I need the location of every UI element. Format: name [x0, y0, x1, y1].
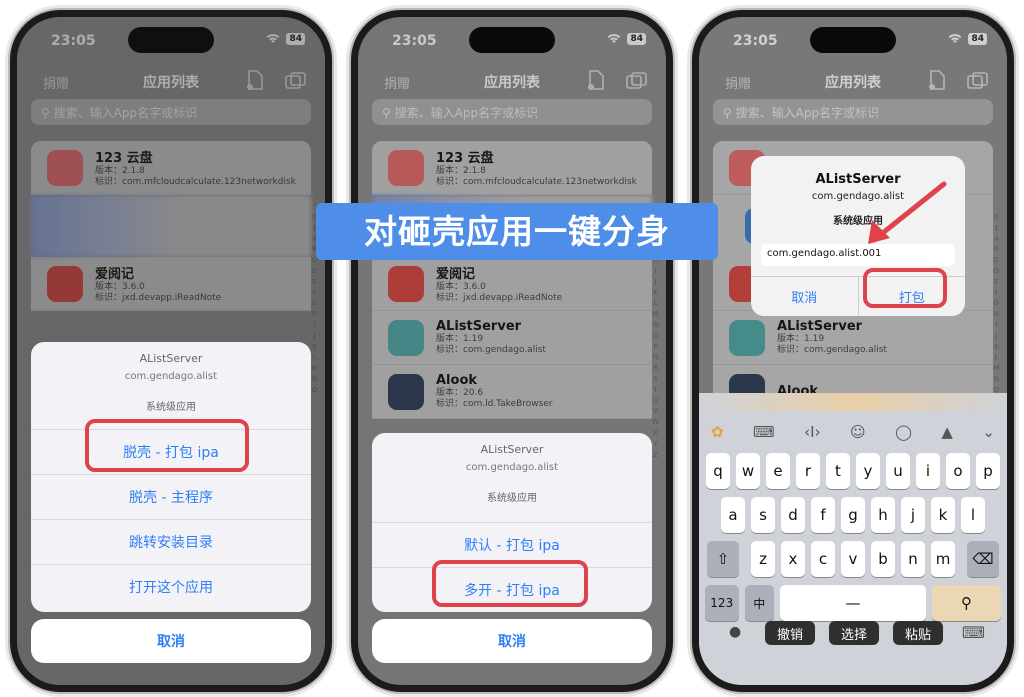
key-u[interactable]: u — [886, 453, 910, 489]
cursor-icon[interactable]: ‹I› — [804, 423, 820, 441]
edit-bar: ● 撤销 选择 粘贴 ⌨ — [699, 621, 1007, 651]
key-q[interactable]: q — [706, 453, 730, 489]
key-row-1: qwertyuiop — [705, 453, 1001, 489]
sheet-level: 系统级应用 — [146, 402, 196, 413]
keyboard-glow — [699, 393, 1007, 411]
key-j[interactable]: j — [901, 497, 925, 533]
sheet-app-name: AListServer — [139, 352, 203, 365]
key-p[interactable]: p — [976, 453, 1000, 489]
key-x[interactable]: x — [781, 541, 805, 577]
sheet-level: 系统级应用 — [487, 493, 537, 504]
keyboard: ✿ ⌨ ‹I› ☺ ◯ ▲ ⌄ qwertyuiop asdfghjkl ⇧ z… — [699, 393, 1007, 685]
action-sheet: AListServer com.gendago.alist 系统级应用 脱壳 -… — [31, 342, 311, 612]
key-m[interactable]: m — [931, 541, 955, 577]
backspace-key[interactable]: ⌫ — [967, 541, 999, 577]
key-z[interactable]: z — [751, 541, 775, 577]
key-l[interactable]: l — [961, 497, 985, 533]
cancel-button[interactable]: 取消 — [31, 619, 311, 663]
shift-key[interactable]: ⇧ — [707, 541, 739, 577]
sheet-app-name: AListServer — [480, 443, 544, 456]
open-install-dir-button[interactable]: 跳转安装目录 — [31, 519, 311, 564]
key-y[interactable]: y — [856, 453, 880, 489]
microphone-icon[interactable]: ● — [729, 624, 741, 640]
key-i[interactable]: i — [916, 453, 940, 489]
key-w[interactable]: w — [736, 453, 760, 489]
open-app-button[interactable]: 打开这个应用 — [31, 564, 311, 609]
key-a[interactable]: a — [721, 497, 745, 533]
key-e[interactable]: e — [766, 453, 790, 489]
screen-3: 23:05 84 捐赠 应用列表 ⚲ 搜索、输入App名字或标识 爱阅记版本：3… — [699, 17, 1007, 685]
return-key[interactable]: ⚲ — [932, 585, 1001, 621]
key-h[interactable]: h — [871, 497, 895, 533]
shirt-icon[interactable]: ▲ — [941, 423, 953, 441]
cancel-button[interactable]: 取消 — [372, 619, 652, 663]
highlight-box — [85, 419, 249, 472]
title-banner: 对砸壳应用一键分身 — [316, 203, 718, 260]
keyboard-toolbar: ✿ ⌨ ‹I› ☺ ◯ ▲ ⌄ — [711, 423, 995, 441]
language-key[interactable]: 中 — [744, 585, 775, 621]
key-row-2: asdfghjkl — [705, 497, 1001, 533]
key-r[interactable]: r — [796, 453, 820, 489]
keyboard-icon[interactable]: ⌨ — [753, 423, 775, 441]
key-b[interactable]: b — [871, 541, 895, 577]
numbers-key[interactable]: 123 — [705, 585, 739, 621]
keyboard-toggle-icon[interactable]: ⌨ — [962, 623, 985, 642]
key-g[interactable]: g — [841, 497, 865, 533]
red-arrow-icon — [868, 181, 947, 244]
undo-button[interactable]: 撤销 — [765, 621, 815, 645]
key-d[interactable]: d — [781, 497, 805, 533]
emoji-icon[interactable]: ☺ — [850, 423, 866, 441]
emoji-flower-icon[interactable]: ✿ — [711, 423, 724, 441]
phone-1: 23:05 84 捐赠 应用列表 ⚲ 搜索、输入App名字或标识 123 云盘版… — [10, 10, 332, 692]
key-o[interactable]: o — [946, 453, 970, 489]
sheet-bundle-id: com.gendago.alist — [124, 371, 218, 382]
key-n[interactable]: n — [901, 541, 925, 577]
highlight-box — [432, 560, 588, 607]
phone-3: 23:05 84 捐赠 应用列表 ⚲ 搜索、输入App名字或标识 爱阅记版本：3… — [692, 10, 1014, 692]
key-f[interactable]: f — [811, 497, 835, 533]
chevron-down-icon[interactable]: ⌄ — [982, 423, 995, 441]
paste-button[interactable]: 粘贴 — [893, 621, 943, 645]
key-c[interactable]: c — [811, 541, 835, 577]
space-key[interactable]: — — [780, 585, 926, 621]
key-v[interactable]: v — [841, 541, 865, 577]
key-t[interactable]: t — [826, 453, 850, 489]
decrypt-main-binary-button[interactable]: 脱壳 - 主程序 — [31, 474, 311, 519]
key-row-3: ⇧ zxcvbnm ⌫ — [705, 541, 1001, 577]
highlight-box — [863, 268, 947, 308]
screen-1: 23:05 84 捐赠 应用列表 ⚲ 搜索、输入App名字或标识 123 云盘版… — [17, 17, 325, 685]
key-s[interactable]: s — [751, 497, 775, 533]
select-button[interactable]: 选择 — [829, 621, 879, 645]
key-k[interactable]: k — [931, 497, 955, 533]
alert-cancel-button[interactable]: 取消 — [751, 277, 859, 316]
search-icon[interactable]: ◯ — [895, 423, 912, 441]
key-row-4: 123 中 — ⚲ — [705, 585, 1001, 621]
sheet-bundle-id: com.gendago.alist — [465, 462, 559, 473]
